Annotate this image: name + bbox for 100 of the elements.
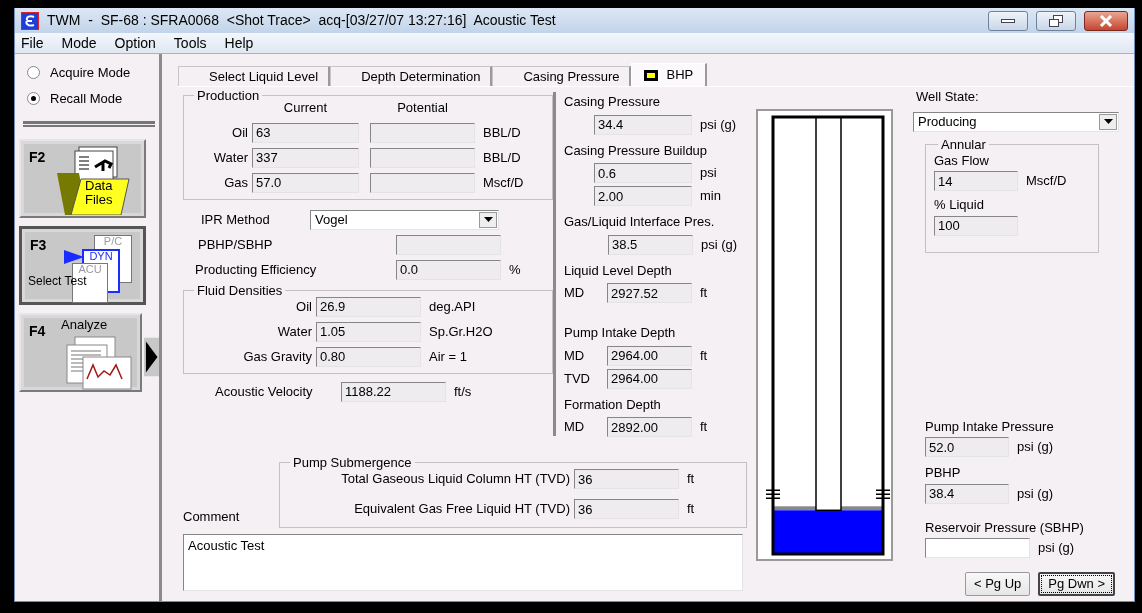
tab[interactable]: Select Liquid Level (178, 66, 331, 86)
field-label: Reservoir Pressure (SBHP) (925, 518, 1085, 537)
unit-label: BBL/D (483, 148, 521, 167)
section-title: Casing Pressure (564, 93, 662, 111)
unit-label: psi (g) (1038, 539, 1075, 558)
input-field[interactable]: 0.0 (396, 259, 501, 280)
group-title: Annular (940, 137, 987, 151)
menu-item[interactable]: File (21, 32, 52, 54)
field-label: MD (564, 418, 586, 437)
section-title: Gas/Liquid Interface Pres. (564, 213, 716, 231)
unit-label: deg.API (429, 297, 476, 316)
input-field[interactable]: 0.80 (316, 346, 421, 367)
input-field[interactable]: 52.0 (925, 437, 1009, 457)
group-title: Fluid Densities (196, 283, 284, 297)
input-field[interactable] (370, 147, 475, 168)
input-field[interactable] (396, 234, 501, 255)
unit-label: ft (700, 346, 708, 365)
field-label: Gas (223, 173, 248, 192)
input-field[interactable]: 38.5 (608, 234, 693, 255)
field-label: Equivalent Gas Free Liquid HT (TVD) (353, 500, 570, 519)
field-label: Oil (295, 297, 312, 316)
field-label: TVD (564, 369, 591, 388)
dropdown-arrow-icon (1103, 119, 1113, 124)
window-title: TWM - SF-68 : SFRA0068 <Shot Trace> acq-[03/27/07 13:27:16] Acoustic Test (47, 11, 556, 30)
field-label: Water (212, 148, 248, 167)
field-label: Comment (183, 507, 241, 526)
input-field[interactable] (925, 538, 1030, 558)
restore-icon (1049, 14, 1063, 27)
field-label: Water (276, 322, 312, 341)
dropdown-arrow-icon (483, 217, 493, 222)
field-label: Oil (231, 123, 248, 142)
input-field[interactable] (370, 172, 475, 193)
input-field[interactable]: 38.4 (925, 483, 1009, 504)
section-title: Liquid Level Depth (564, 261, 673, 280)
app-icon (21, 11, 39, 30)
input-field[interactable]: 1188.22 (341, 381, 446, 402)
input-field[interactable]: 2892.00 (607, 417, 692, 437)
menu-item[interactable]: Help (224, 32, 262, 54)
function-key-button[interactable]: F3 P/C DYN ACU Select Test (19, 226, 146, 305)
unit-label: psi (g) (700, 115, 737, 134)
play-icon (64, 250, 84, 264)
dropdown[interactable]: Producing (913, 111, 1119, 132)
group-title: Pump Submergence (292, 456, 413, 469)
minimize-button[interactable] (988, 10, 1028, 31)
page-button[interactable]: < Pg Up (964, 572, 1031, 596)
input-field[interactable]: 337 (252, 147, 359, 168)
input-field[interactable] (370, 122, 475, 143)
input-field[interactable]: 36 (574, 499, 679, 519)
column-header: Potential (396, 99, 449, 117)
unit-label: ft (700, 284, 708, 303)
menu-item[interactable]: Option (114, 32, 164, 54)
section-title: Pump Intake Depth (564, 324, 677, 342)
input-field[interactable]: 2964.00 (607, 368, 692, 389)
input-field[interactable]: 36 (574, 469, 679, 489)
unit-label: Sp.Gr.H2O (429, 322, 493, 341)
unit-label: min (700, 187, 721, 206)
folder-icon (57, 145, 131, 215)
section-title: Casing Pressure Buildup (564, 141, 709, 160)
unit-label: BBL/D (483, 123, 521, 142)
field-label: Producting Efficiency (195, 260, 318, 279)
menu-item[interactable]: Mode (61, 32, 105, 54)
section-title: Formation Depth (564, 395, 662, 414)
radio-option[interactable]: Acquire Mode (19, 60, 159, 86)
page-button[interactable]: Pg Dwn > (1038, 572, 1115, 596)
field-label: Acoustic Velocity (215, 382, 314, 401)
restore-button[interactable] (1036, 10, 1076, 31)
unit-label: psi (g) (1017, 438, 1054, 457)
field-label: Well State: (916, 88, 980, 106)
tab[interactable]: Depth Determination (330, 66, 493, 86)
input-field[interactable]: 2964.00 (607, 345, 692, 366)
field-label: Total Gaseous Liquid Column HT (TVD) (340, 470, 570, 489)
input-field[interactable]: 14 (934, 171, 1018, 191)
minimize-icon (1001, 18, 1015, 23)
unit-label: ft (687, 470, 695, 489)
input-field[interactable]: 63 (252, 122, 359, 143)
input-field[interactable]: 26.9 (316, 296, 421, 317)
input-field[interactable]: 2927.52 (607, 283, 692, 303)
unit-label: psi (g) (1017, 484, 1054, 503)
unit-label: ft/s (454, 382, 472, 401)
field-label: Gas Gravity (242, 347, 312, 366)
unit-label: psi (700, 164, 717, 183)
unit-label: ft (700, 418, 708, 437)
input-field[interactable]: 100 (934, 215, 1018, 236)
input-field[interactable]: 0.6 (594, 163, 692, 183)
input-field[interactable]: 57.0 (252, 172, 359, 193)
field-label: MD (564, 346, 586, 365)
input-field[interactable]: 2.00 (594, 186, 692, 206)
column-header: Current (282, 99, 329, 117)
unit-label: Air = 1 (429, 347, 467, 366)
tab[interactable]: Casing Pressure (492, 66, 632, 86)
tab[interactable]: BHP (631, 63, 708, 86)
function-key-button[interactable]: F4 Analyze (19, 313, 142, 392)
close-button[interactable] (1084, 10, 1128, 31)
menu-item[interactable]: Tools (173, 32, 215, 54)
function-key-button[interactable]: F2 Data Files (19, 139, 146, 218)
dropdown[interactable]: Vogel (310, 209, 499, 230)
input-field[interactable]: 34.4 (594, 114, 692, 135)
comment-box[interactable]: Acoustic Test (183, 534, 743, 591)
input-field[interactable]: 1.05 (316, 321, 421, 342)
radio-option[interactable]: Recall Mode (19, 85, 159, 111)
